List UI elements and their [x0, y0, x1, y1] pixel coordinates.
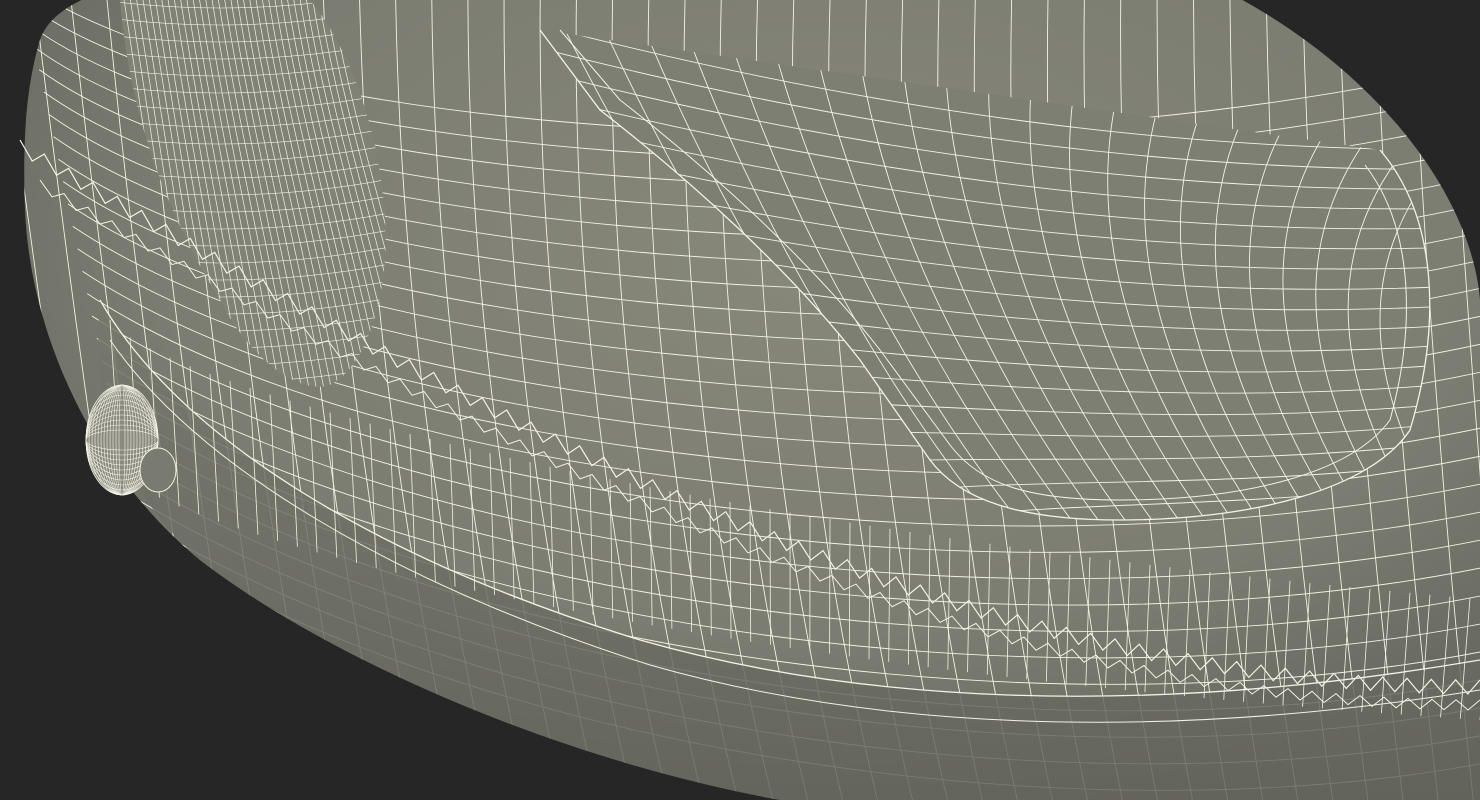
knob-neck	[139, 447, 177, 493]
wireframe-render	[19, 0, 1480, 800]
3d-viewport	[0, 0, 1480, 800]
